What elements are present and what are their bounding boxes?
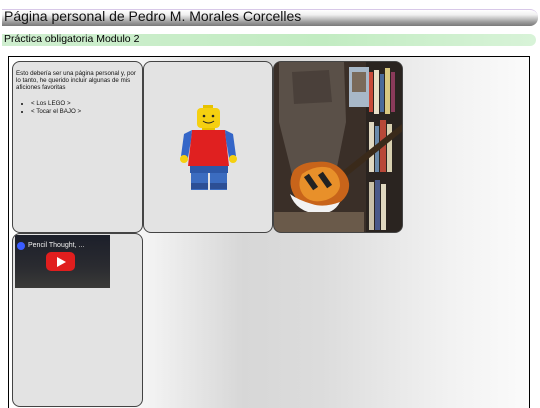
hobby-list: < Los LEGO > < Tocar el BAJO >	[20, 100, 81, 115]
page-title: Página personal de Pedro M. Morales Corc…	[4, 8, 302, 24]
channel-avatar	[17, 242, 25, 250]
video-card: Pencil Thought, ...	[12, 233, 143, 407]
video-embed[interactable]: Pencil Thought, ...	[15, 235, 110, 288]
intro-text: Esto debería ser una página personal y, …	[16, 70, 136, 92]
video-title[interactable]: Pencil Thought, ...	[28, 242, 84, 249]
bass-card	[273, 61, 403, 233]
intro-card: Esto debería ser una página personal y, …	[12, 61, 143, 233]
hobby-link-lego[interactable]: < Los LEGO >	[31, 100, 81, 108]
play-icon[interactable]	[46, 252, 75, 271]
lego-figure-image[interactable]	[144, 62, 273, 233]
page-subtitle: Práctica obligatoria Modulo 2	[4, 33, 140, 45]
lego-card	[143, 61, 273, 233]
hobby-link-bass[interactable]: < Tocar el BAJO >	[31, 108, 81, 116]
bass-guitar-photo[interactable]	[274, 62, 403, 233]
